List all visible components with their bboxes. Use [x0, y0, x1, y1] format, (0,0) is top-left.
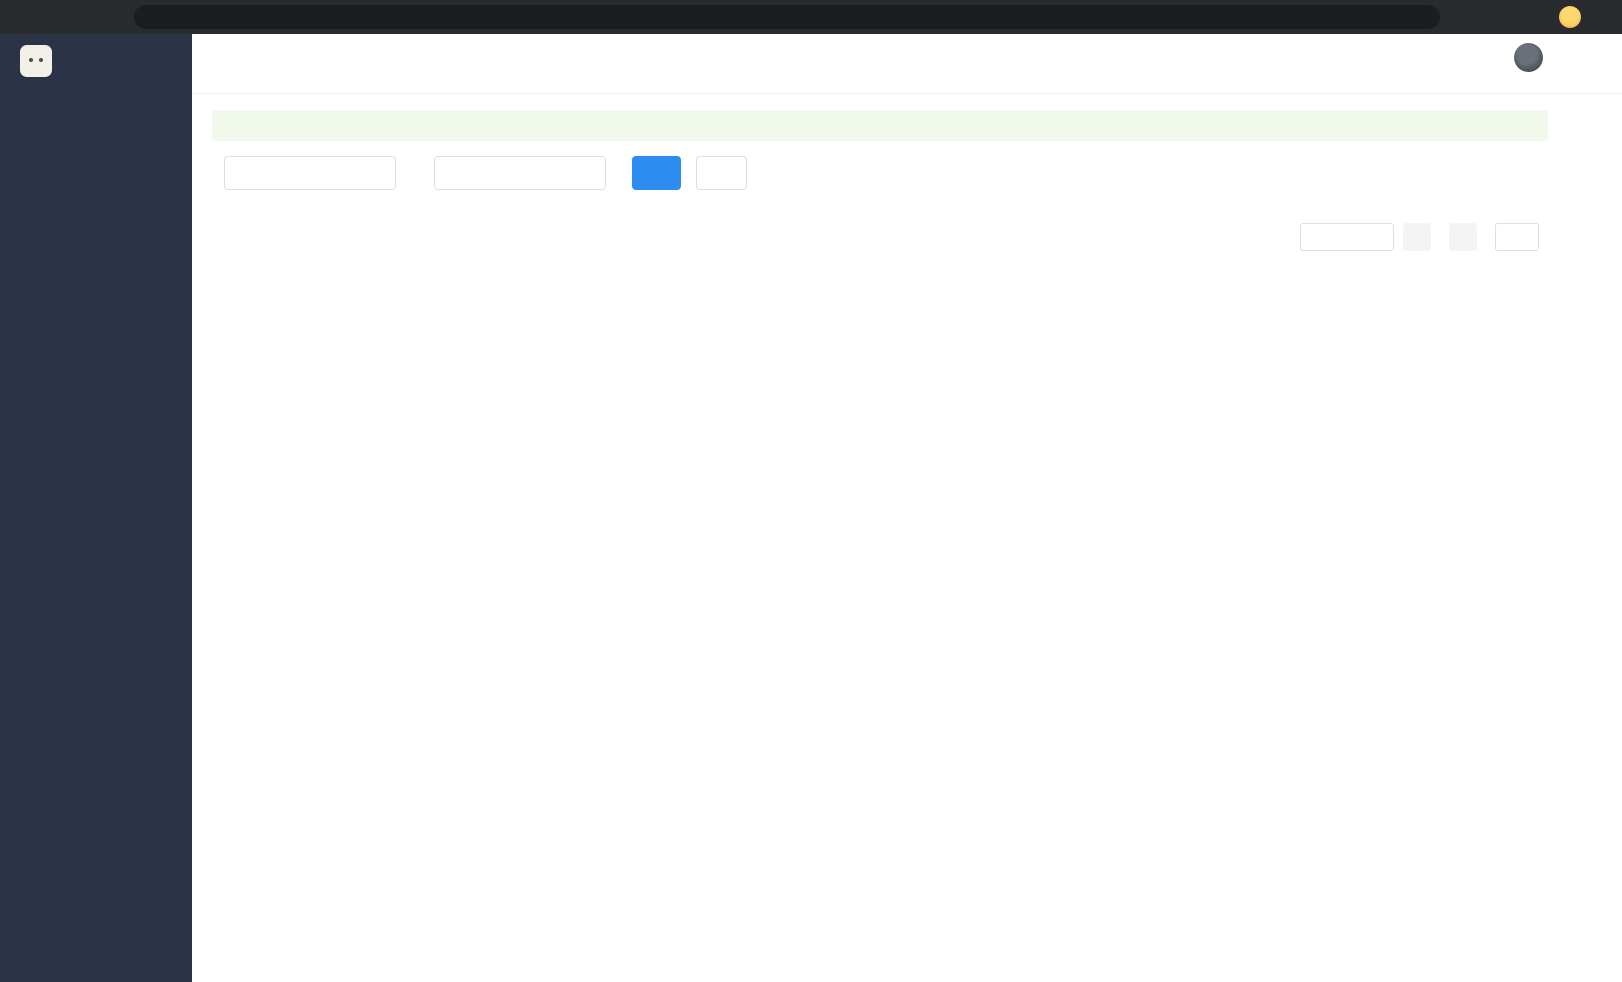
user-type-select[interactable]: [434, 156, 606, 190]
browser-toolbar: [0, 0, 1622, 34]
header-tools: [1341, 43, 1567, 72]
prev-page-button[interactable]: [1403, 223, 1431, 251]
page-header: [192, 34, 1622, 80]
page-size-select[interactable]: [1300, 223, 1394, 251]
chevron-down-icon: [1373, 231, 1385, 243]
chevron-down-icon: [583, 167, 595, 179]
browser-profile-avatar[interactable]: [1559, 6, 1581, 28]
chevron-right-icon: [1457, 231, 1469, 243]
chevron-left-icon: [1411, 231, 1423, 243]
reset-button[interactable]: [696, 156, 747, 190]
address-bar[interactable]: [134, 5, 1440, 29]
tab-bar: [192, 80, 1622, 94]
content: [192, 94, 1622, 982]
check-circle-icon: [225, 118, 240, 133]
next-page-button[interactable]: [1449, 223, 1477, 251]
font-size-icon[interactable]: [1477, 49, 1494, 66]
search-icon: [647, 167, 660, 180]
fullscreen-icon[interactable]: [1443, 49, 1460, 66]
goto-page-input[interactable]: [1495, 223, 1539, 251]
doc-alert: [212, 110, 1548, 141]
user-avatar[interactable]: [1514, 43, 1543, 72]
search-button[interactable]: [632, 156, 681, 190]
sidebar: [0, 34, 192, 982]
help-icon[interactable]: [1409, 49, 1426, 66]
refresh-icon: [712, 167, 725, 180]
github-icon[interactable]: [1375, 49, 1392, 66]
user-id-input[interactable]: [224, 156, 396, 190]
pagination: [212, 223, 1548, 271]
sidebar-collapse-icon[interactable]: [210, 48, 228, 66]
filter-bar: [212, 156, 1548, 190]
search-icon[interactable]: [1341, 49, 1358, 66]
app-logo-row[interactable]: [0, 34, 192, 88]
main-area: [192, 34, 1622, 982]
app-logo: [20, 45, 52, 77]
